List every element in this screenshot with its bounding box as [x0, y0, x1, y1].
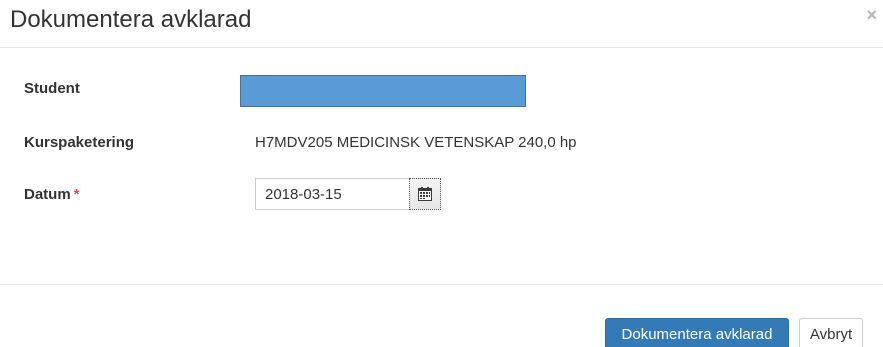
kurspaketering-value: H7MDV205 MEDICINSK VETENSKAP 240,0 hp — [255, 134, 577, 151]
dokumentera-avklarad-button[interactable]: Dokumentera avklarad — [605, 318, 789, 347]
footer-divider — [0, 284, 883, 285]
dokumentera-avklarad-dialog: Dokumentera avklarad × Student Kurspaket… — [0, 0, 883, 347]
datum-input[interactable] — [255, 178, 410, 210]
required-marker: * — [73, 186, 80, 203]
dialog-header: Dokumentera avklarad × — [0, 0, 883, 48]
kurspaketering-label: Kurspaketering — [24, 134, 135, 151]
student-value-redacted — [240, 75, 526, 107]
datum-label: Datum * — [24, 186, 80, 203]
dialog-title: Dokumentera avklarad — [10, 6, 252, 33]
student-label: Student — [24, 80, 80, 97]
calendar-button[interactable] — [409, 178, 441, 210]
calendar-icon — [418, 187, 432, 201]
datum-label-text: Datum — [24, 186, 71, 203]
avbryt-button[interactable]: Avbryt — [799, 318, 863, 347]
close-icon[interactable]: × — [866, 6, 877, 24]
